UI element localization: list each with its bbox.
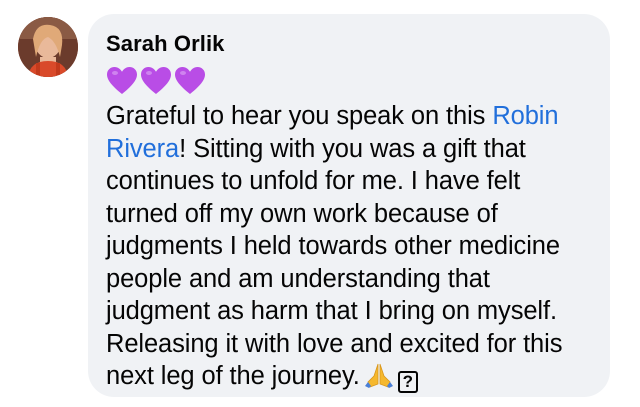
purple-heart-icon xyxy=(107,67,137,94)
purple-heart-icon xyxy=(175,67,205,94)
unknown-glyph-icon: ? xyxy=(397,371,418,393)
comment: Sarah Orlik Grateful to hear you speak o… xyxy=(0,0,640,407)
profile-photo-icon xyxy=(18,17,78,77)
reaction-emoji-row xyxy=(106,64,592,98)
avatar[interactable] xyxy=(18,17,78,77)
folded-hands-icon xyxy=(364,363,393,388)
author-name[interactable]: Sarah Orlik xyxy=(106,30,592,58)
purple-heart-icon xyxy=(141,67,171,94)
comment-text-start: Grateful to hear you speak on this xyxy=(106,102,486,130)
comment-text: Grateful to hear you speak on this Robin… xyxy=(106,100,592,393)
comment-bubble: Sarah Orlik Grateful to hear you speak o… xyxy=(88,14,610,397)
comment-text-rest: ! Sitting with you was a gift that conti… xyxy=(106,134,563,391)
